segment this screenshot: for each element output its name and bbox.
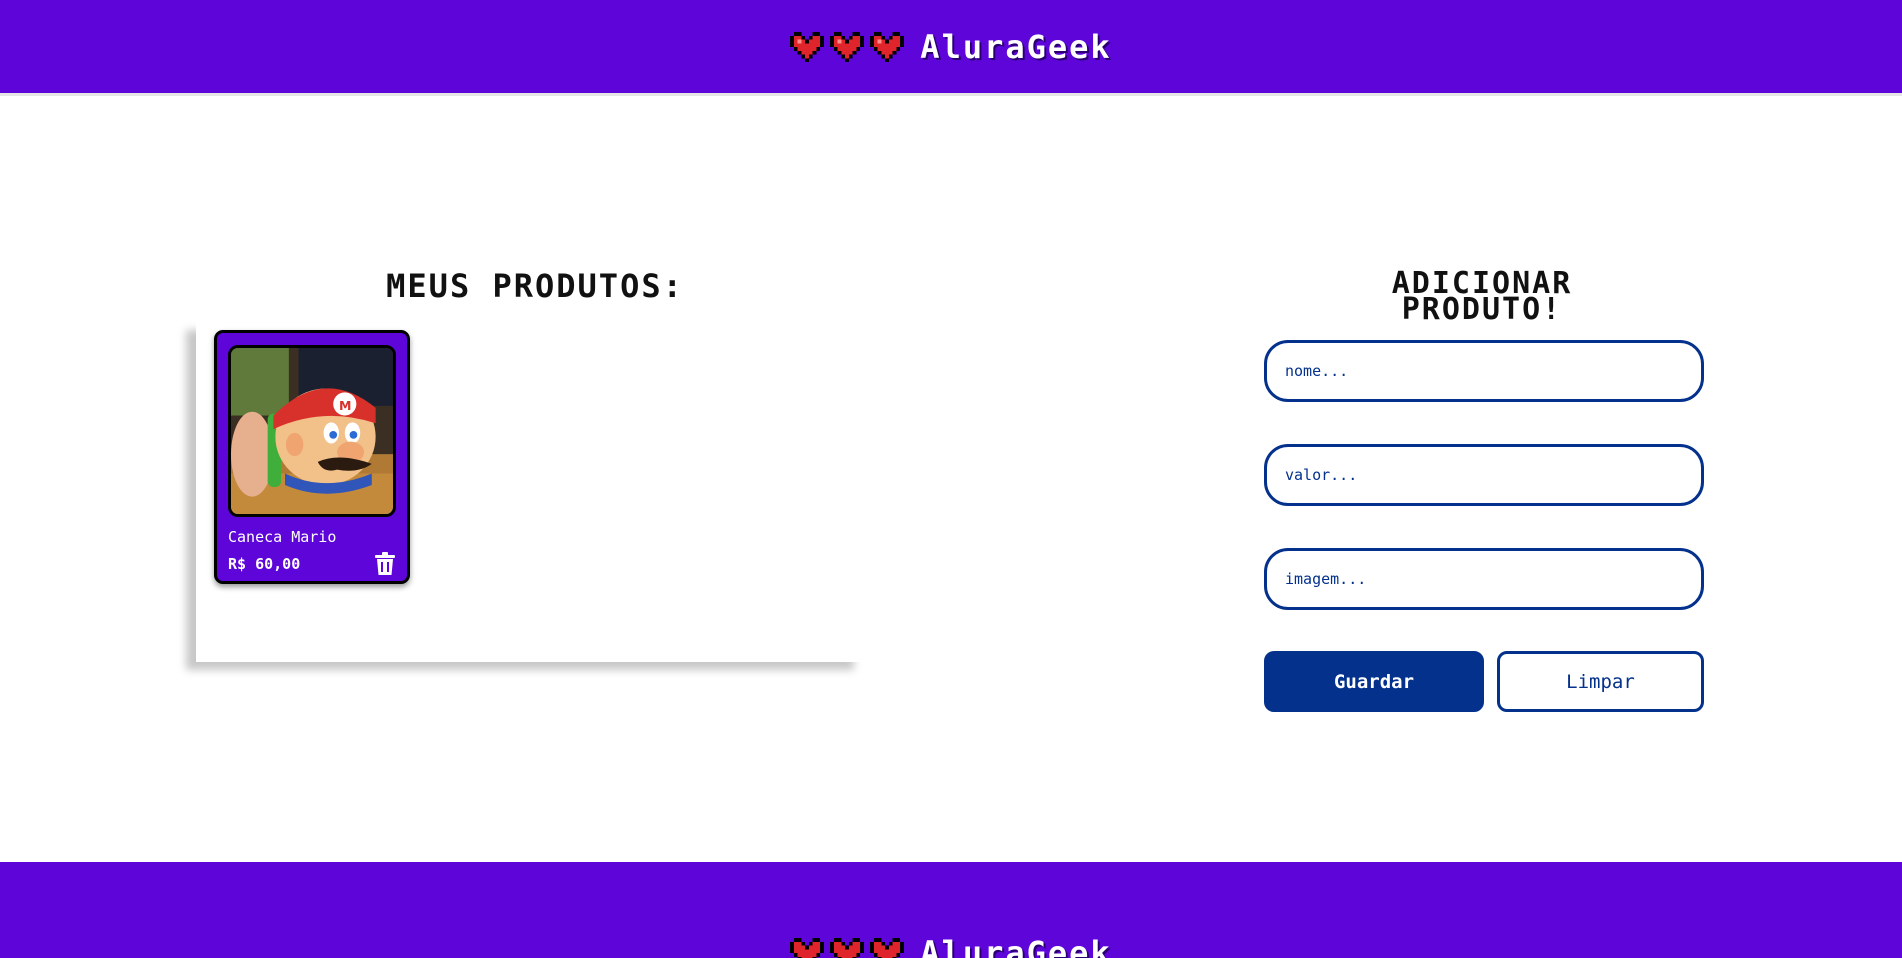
- heart-icon: [830, 938, 865, 958]
- heart-icon: [830, 31, 865, 62]
- trash-icon[interactable]: [374, 552, 396, 576]
- site-header: AluraGeek: [0, 0, 1902, 96]
- product-image-input[interactable]: [1264, 548, 1704, 610]
- footer-brand-logo[interactable]: AluraGeek: [0, 934, 1902, 958]
- brand-name: AluraGeek: [920, 27, 1112, 66]
- site-footer: AluraGeek: [0, 862, 1902, 958]
- product-price: R$ 60,00: [228, 555, 301, 573]
- brand-logo[interactable]: AluraGeek: [790, 28, 1111, 66]
- product-image: M: [228, 345, 396, 517]
- form-title: ADICIONAR PRODUTO!: [1262, 268, 1702, 324]
- hearts-group: [790, 31, 905, 62]
- heart-icon: [790, 31, 825, 62]
- form-title-line2: PRODUTO!: [1401, 291, 1563, 327]
- heart-icon: [870, 31, 905, 62]
- product-name: Caneca Mario: [228, 528, 337, 546]
- footer-brand-name: AluraGeek: [920, 934, 1112, 958]
- products-section-title: MEUS PRODUTOS:: [386, 266, 684, 305]
- svg-text:M: M: [339, 398, 351, 413]
- heart-icon: [790, 938, 825, 958]
- footer-hearts-group: [790, 938, 905, 958]
- clear-button[interactable]: Limpar: [1497, 651, 1704, 712]
- product-card: M Caneca Mario R$ 60,00: [214, 330, 410, 584]
- save-button[interactable]: Guardar: [1264, 651, 1484, 712]
- heart-icon: [870, 938, 905, 958]
- product-name-input[interactable]: [1264, 340, 1704, 402]
- product-value-input[interactable]: [1264, 444, 1704, 506]
